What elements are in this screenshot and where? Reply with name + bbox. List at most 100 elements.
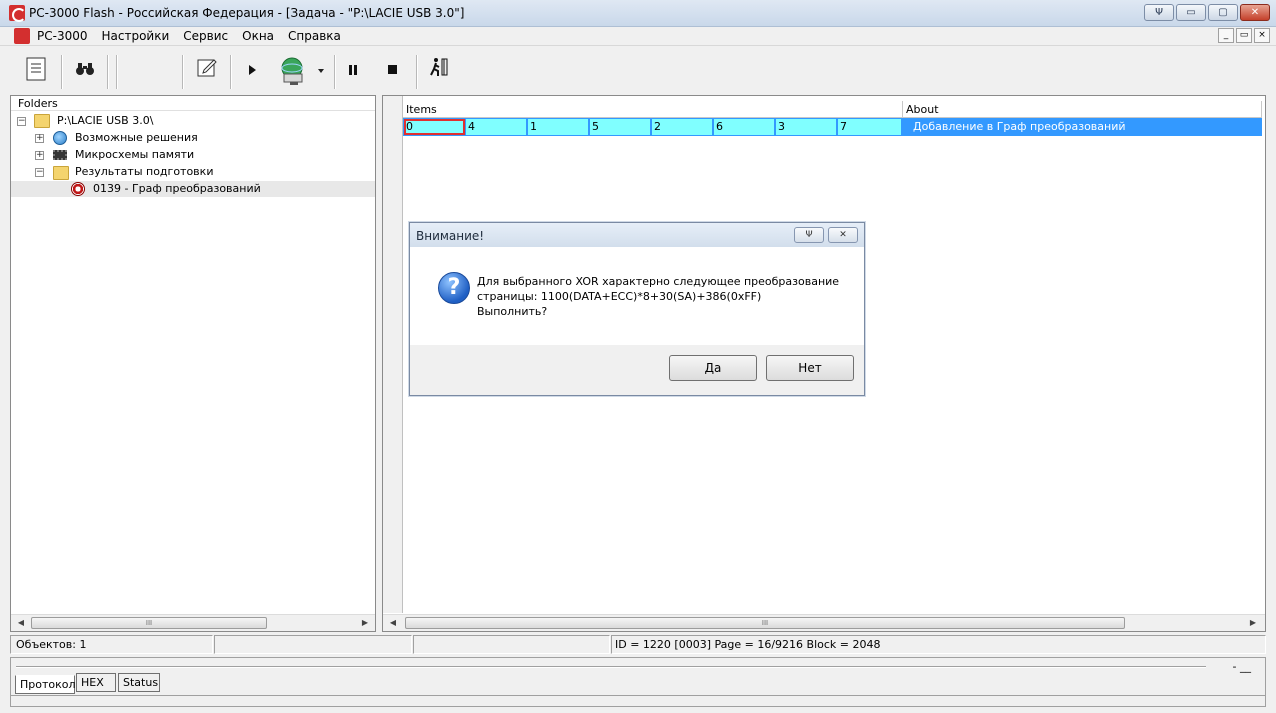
dialog-message-line: Для выбранного XOR характерно следующее … <box>477 275 840 288</box>
minimize-button[interactable]: ▭ <box>1176 4 1206 21</box>
maximize-button[interactable]: ▢ <box>1208 4 1238 21</box>
folders-panel: Folders − P:\LACIE USB 3.0\ + Возможные … <box>10 95 376 632</box>
tree-item-graph[interactable]: 0139 - Граф преобразований <box>11 181 375 197</box>
scroll-right-icon[interactable]: ▶ <box>357 615 373 631</box>
menu-bar: PC-3000 Настройки Сервис Окна Справка _ … <box>0 27 1276 46</box>
mdi-restore-button[interactable]: ▭ <box>1236 28 1252 43</box>
app-icon[interactable] <box>9 5 26 22</box>
table-row[interactable]: 0 4 1 5 2 6 3 7 Добавление в Граф преобр… <box>403 118 1262 136</box>
play-icon[interactable] <box>240 56 264 88</box>
expand-icon[interactable]: + <box>35 134 44 143</box>
collapse-icon[interactable]: − <box>17 117 26 126</box>
toolbar-separator <box>334 55 336 89</box>
title-bar: PC-3000 Flash - Российская Федерация - [… <box>0 0 1276 27</box>
stop-icon[interactable] <box>380 56 404 88</box>
column-header-about[interactable]: About <box>903 101 1262 118</box>
dialog-message-line: Выполнить? <box>477 305 548 318</box>
collapse-icon[interactable]: − <box>35 168 44 177</box>
confirm-dialog: Внимание! Ψ ✕ ? Для выбранного XOR харак… <box>409 222 865 396</box>
folder-icon <box>53 166 69 180</box>
status-pane-empty <box>413 635 610 654</box>
toolbar-separator <box>230 55 232 89</box>
tab-protocol[interactable]: Протокол <box>15 675 76 694</box>
tree-root[interactable]: − P:\LACIE USB 3.0\ <box>17 113 357 129</box>
menu-windows[interactable]: Окна <box>242 29 281 43</box>
expand-icon[interactable]: + <box>35 151 44 160</box>
toolbar-separator <box>107 55 109 89</box>
dialog-body: ? Для выбранного XOR характерно следующе… <box>410 247 864 345</box>
log-icon[interactable] <box>20 56 52 88</box>
window-controls: Ψ ▭ ▢ ✕ <box>1144 4 1270 21</box>
mdi-close-button[interactable]: × <box>1254 28 1270 43</box>
row-gutter <box>383 96 403 613</box>
dialog-message: Для выбранного XOR характерно следующее … <box>477 274 839 319</box>
tab-status[interactable]: Status <box>118 673 160 692</box>
scroll-left-icon[interactable]: ◀ <box>13 615 29 631</box>
dialog-footer: Да Нет <box>410 345 864 395</box>
scroll-right-icon[interactable]: ▶ <box>1245 615 1261 631</box>
tree-item-prep-results[interactable]: − Результаты подготовки <box>35 164 355 180</box>
scroll-thumb[interactable]: III <box>405 617 1125 629</box>
chip-icon <box>53 150 67 160</box>
dialog-close-button[interactable]: ✕ <box>828 227 858 243</box>
question-icon: ? <box>438 272 470 304</box>
dialog-help-button[interactable]: Ψ <box>794 227 824 243</box>
tree-item-memory-chips[interactable]: + Микросхемы памяти <box>35 147 355 163</box>
tree-item-label: Микросхемы памяти <box>75 148 195 161</box>
table-cell[interactable]: 1 <box>528 119 589 135</box>
folders-header: Folders <box>11 96 375 111</box>
edit-icon[interactable] <box>192 56 222 88</box>
tree-item-label: Результаты подготовки <box>75 165 214 178</box>
pause-icon[interactable] <box>341 56 365 88</box>
status-objects: Объектов: 1 <box>10 635 213 654</box>
status-pane-empty <box>214 635 412 654</box>
mdi-app-icon[interactable] <box>14 28 30 44</box>
toolbar-separator <box>182 55 184 89</box>
tree-item-solutions[interactable]: + Возможные решения <box>35 130 355 146</box>
status-info: ID = 1220 [0003] Page = 16/9216 Block = … <box>611 635 1266 654</box>
toolbar-separator <box>116 55 118 89</box>
items-hscrollbar[interactable]: ◀ III ▶ <box>383 614 1265 631</box>
mdi-minimize-button[interactable]: _ <box>1218 28 1234 43</box>
no-button[interactable]: Нет <box>766 355 854 381</box>
yes-button[interactable]: Да <box>669 355 757 381</box>
status-bar: Объектов: 1 ID = 1220 [0003] Page = 16/9… <box>10 635 1266 654</box>
menu-pc3000[interactable]: PC-3000 <box>37 29 94 43</box>
table-cell[interactable]: 6 <box>714 119 775 135</box>
log-divider <box>16 666 1206 668</box>
toolbar-separator <box>61 55 63 89</box>
toolbar <box>0 50 1276 94</box>
folders-hscrollbar[interactable]: ◀ III ▶ <box>11 614 375 631</box>
menu-service[interactable]: Сервис <box>183 29 235 43</box>
table-cell[interactable]: 3 <box>776 119 837 135</box>
tree-item-label: Возможные решения <box>75 131 198 144</box>
table-cell[interactable]: 2 <box>652 119 713 135</box>
tab-hex[interactable]: HEX <box>76 673 116 692</box>
dialog-title: Внимание! <box>416 229 485 243</box>
scroll-left-icon[interactable]: ◀ <box>385 615 401 631</box>
log-bottom-edge <box>11 695 1265 696</box>
table-cell[interactable]: 7 <box>838 119 902 135</box>
menu-settings[interactable]: Настройки <box>101 29 176 43</box>
binoculars-icon[interactable] <box>70 56 100 88</box>
table-cell[interactable]: 5 <box>590 119 651 135</box>
scroll-thumb[interactable]: III <box>31 617 267 629</box>
tree-item-label: 0139 - Граф преобразований <box>93 182 261 195</box>
toolbar-separator <box>416 55 418 89</box>
network-icon[interactable] <box>272 56 328 88</box>
help-window-button[interactable]: Ψ <box>1144 4 1174 21</box>
window-title: PC-3000 Flash - Российская Федерация - [… <box>29 6 465 20</box>
table-cell[interactable]: 0 <box>404 119 465 135</box>
column-header-items[interactable]: Items <box>403 101 903 118</box>
menu-help[interactable]: Справка <box>288 29 348 43</box>
graph-icon <box>71 182 85 196</box>
drive-folder-icon <box>34 114 50 128</box>
dialog-title-bar[interactable]: Внимание! Ψ ✕ <box>410 223 864 247</box>
log-panel: - __ Протокол HEX Status <box>10 657 1266 707</box>
table-cell-about[interactable]: Добавление в Граф преобразований <box>913 119 1126 135</box>
close-button[interactable]: ✕ <box>1240 4 1270 21</box>
table-cell[interactable]: 4 <box>466 119 527 135</box>
log-panel-controls[interactable]: - __ <box>1233 660 1251 673</box>
tree-root-label: P:\LACIE USB 3.0\ <box>57 114 154 127</box>
exit-icon[interactable] <box>425 56 453 88</box>
